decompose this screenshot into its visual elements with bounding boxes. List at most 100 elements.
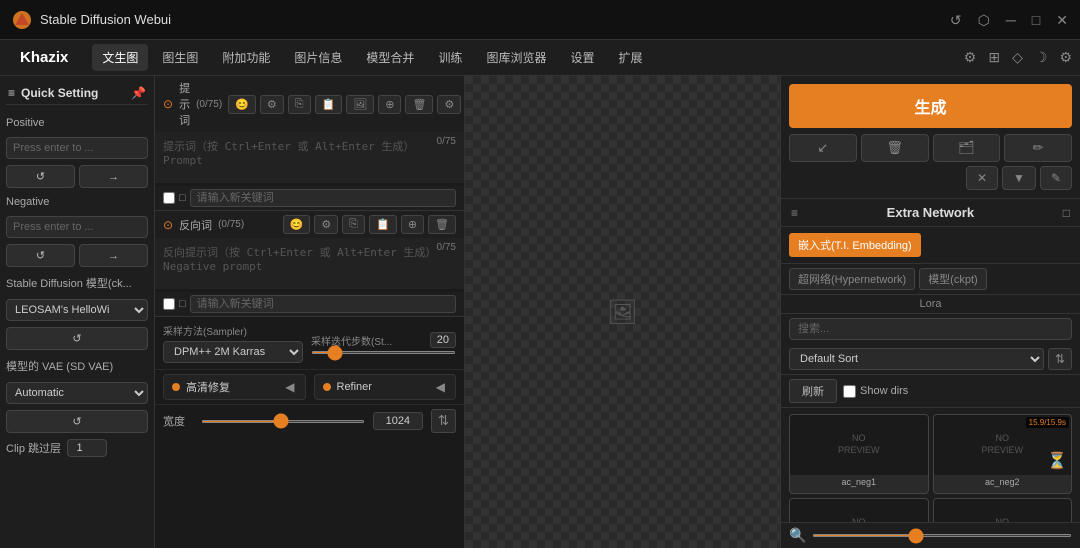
sampler-select[interactable]: DPM++ 2M Karras xyxy=(163,341,303,363)
negative-refresh-btn[interactable]: ↺ xyxy=(6,244,75,267)
pin-icon[interactable]: 📌 xyxy=(131,86,146,100)
positive-prompt-block: ⊙ 提示词 (0/75) 😊 ⚙ ⎘ 📋 🖼 ⊕ 🗑 ⚙ xyxy=(155,76,464,211)
gen-extra-x[interactable]: ✕ xyxy=(966,166,998,190)
menu-icon-grid[interactable]: ⊞ xyxy=(988,49,1000,66)
menu-item-merge[interactable]: 模型合并 xyxy=(356,44,424,71)
positive-tool-emoji[interactable]: 😊 xyxy=(228,95,256,114)
en-show-dirs-checkbox[interactable] xyxy=(843,385,856,398)
menu-item-extras[interactable]: 附加功能 xyxy=(212,44,280,71)
generate-button[interactable]: 生成 xyxy=(789,84,1072,128)
maximize-btn[interactable]: □ xyxy=(1032,13,1040,27)
gen-tool-folder[interactable]: 🗂 xyxy=(933,134,1001,162)
positive-label: Positive xyxy=(6,115,148,131)
positive-keyword-checkbox[interactable] xyxy=(163,192,175,204)
negative-collapse-icon[interactable]: ⊙ xyxy=(163,218,173,232)
menu-item-txt2img[interactable]: 文生图 xyxy=(92,44,148,71)
en-search-input[interactable] xyxy=(789,318,1072,340)
positive-textarea[interactable] xyxy=(155,132,464,183)
steps-slider[interactable] xyxy=(311,351,456,354)
positive-tool-extra[interactable]: ⚙ xyxy=(437,95,461,114)
gen-tool-trash[interactable]: 🗑 xyxy=(861,134,929,162)
quick-setting-title: Quick Setting xyxy=(21,86,98,100)
negative-arrow-btn[interactable]: → xyxy=(79,244,148,267)
positive-tool-copy[interactable]: ⎘ xyxy=(288,95,311,114)
sd-model-refresh-btn[interactable]: ↺ xyxy=(6,327,148,350)
en-sub-tab-model[interactable]: 模型(ckpt) xyxy=(919,268,987,290)
en-collapse-btn[interactable]: □ xyxy=(1063,206,1070,220)
positive-keyword-icon[interactable]: □ xyxy=(179,192,186,204)
negative-tool-copy[interactable]: ⎘ xyxy=(342,215,365,234)
en-refresh-btn[interactable]: 刷新 xyxy=(789,379,837,403)
negative-keyword-icon[interactable]: □ xyxy=(179,298,186,310)
app-brand[interactable]: Khazix xyxy=(8,49,80,66)
menu-item-img2img[interactable]: 图生图 xyxy=(152,44,208,71)
width-slider[interactable] xyxy=(201,420,365,423)
gen-extra-arrow[interactable]: ▼ xyxy=(1002,166,1036,190)
en-card-3[interactable]: NOPREVIEW xyxy=(789,498,929,522)
clip-input[interactable] xyxy=(67,439,107,457)
en-pin-icon[interactable]: ≡ xyxy=(791,206,798,220)
left-sidebar: ≡ Quick Setting 📌 Positive ↺ → Negative … xyxy=(0,76,155,548)
menu-icon-gear[interactable]: ⚙ xyxy=(1059,49,1072,66)
refresh-btn[interactable]: ↺ xyxy=(950,13,962,27)
negative-tool-trash[interactable]: 🗑 xyxy=(428,215,456,234)
sd-model-select[interactable]: LEOSAM's HelloWi xyxy=(6,299,148,321)
width-swap-btn[interactable]: ⇅ xyxy=(431,409,456,433)
negative-prompt-header: ⊙ 反向词 (0/75) 😊 ⚙ ⎘ 📋 ⊕ 🗑 xyxy=(155,211,464,238)
menu-item-extensions[interactable]: 扩展 xyxy=(608,44,652,71)
positive-tool-trash[interactable]: 🗑 xyxy=(405,95,433,114)
vae-select[interactable]: Automatic xyxy=(6,382,148,404)
negative-tool-emoji[interactable]: 😊 xyxy=(283,215,311,234)
menu-item-train[interactable]: 训练 xyxy=(428,44,472,71)
negative-keyword-input[interactable] xyxy=(190,295,456,313)
en-tab-embedding[interactable]: 嵌入式(T.I. Embedding) xyxy=(789,233,921,257)
en-card-ac-neg1[interactable]: NOPREVIEW ac_neg1 xyxy=(789,414,929,494)
minimize-btn[interactable]: ─ xyxy=(1006,13,1016,27)
gen-extra-edit2[interactable]: ✎ xyxy=(1040,166,1072,190)
positive-tool-paste[interactable]: 📋 xyxy=(315,95,343,114)
positive-refresh-btn[interactable]: ↺ xyxy=(6,165,75,188)
en-card-ac-neg1-name: ac_neg1 xyxy=(790,475,928,489)
hq-collapse-btn[interactable]: ◀ xyxy=(283,380,296,394)
negative-keyword-checkbox[interactable] xyxy=(163,298,175,310)
sampler-label: 采样方法(Sampler) xyxy=(163,323,303,338)
sampler-area: 采样方法(Sampler) DPM++ 2M Karras 采样迭代步数(St.… xyxy=(155,317,464,370)
positive-input[interactable] xyxy=(6,137,148,159)
en-zoom-out-btn[interactable]: 🔍 xyxy=(789,527,806,544)
en-card-ac-neg2[interactable]: NOPREVIEW 15.9/15.9s ac_neg2 ⏳ xyxy=(933,414,1073,494)
menu-item-gallery[interactable]: 图库浏览器 xyxy=(476,44,556,71)
en-sort-select[interactable]: Default Sort xyxy=(789,348,1044,370)
positive-tool-gear[interactable]: ⚙ xyxy=(260,95,284,114)
menu-icon-moon[interactable]: ☽ xyxy=(1035,49,1048,66)
en-sort-direction-btn[interactable]: ⇅ xyxy=(1048,348,1072,370)
negative-textarea[interactable] xyxy=(155,238,464,289)
gen-tool-skip[interactable]: ↙ xyxy=(789,134,857,162)
clip-row: Clip 跳过层 xyxy=(6,439,148,457)
en-sort-row: Default Sort ⇅ xyxy=(781,344,1080,375)
external-link-btn[interactable]: ⬡ xyxy=(978,13,990,27)
vae-refresh-btn[interactable]: ↺ xyxy=(6,410,148,433)
menu-icon-diamond[interactable]: ◇ xyxy=(1012,49,1023,66)
negative-tool-copy2[interactable]: ⊕ xyxy=(401,215,424,234)
negative-input[interactable] xyxy=(6,216,148,238)
positive-tool-copy2[interactable]: ⊕ xyxy=(378,95,401,114)
en-sub-tab-hypernetwork[interactable]: 超网络(Hypernetwork) xyxy=(789,268,915,290)
positive-arrow-btn[interactable]: → xyxy=(79,165,148,188)
en-no-preview-text: NOPREVIEW xyxy=(838,433,880,456)
vae-label: 模型的 VAE (SD VAE) xyxy=(6,356,148,376)
menu-item-settings[interactable]: 设置 xyxy=(560,44,604,71)
negative-tool-gear[interactable]: ⚙ xyxy=(314,215,338,234)
gen-tool-edit[interactable]: ✏ xyxy=(1004,134,1072,162)
width-value[interactable] xyxy=(373,412,423,430)
en-card-4[interactable]: NOPREVIEW xyxy=(933,498,1073,522)
positive-tool-img[interactable]: 🖼 xyxy=(346,95,374,114)
positive-collapse-icon[interactable]: ⊙ xyxy=(163,97,173,111)
en-zoom-slider[interactable] xyxy=(812,534,1072,537)
close-btn[interactable]: ✕ xyxy=(1056,13,1068,27)
menu-item-imginfo[interactable]: 图片信息 xyxy=(284,44,352,71)
negative-tool-paste[interactable]: 📋 xyxy=(369,215,397,234)
positive-keyword-input[interactable] xyxy=(190,189,456,207)
menu-icon-settings[interactable]: ⚙ xyxy=(964,49,977,66)
refiner-collapse-btn[interactable]: ◀ xyxy=(434,380,447,394)
negative-keyword-row: □ xyxy=(155,292,464,316)
